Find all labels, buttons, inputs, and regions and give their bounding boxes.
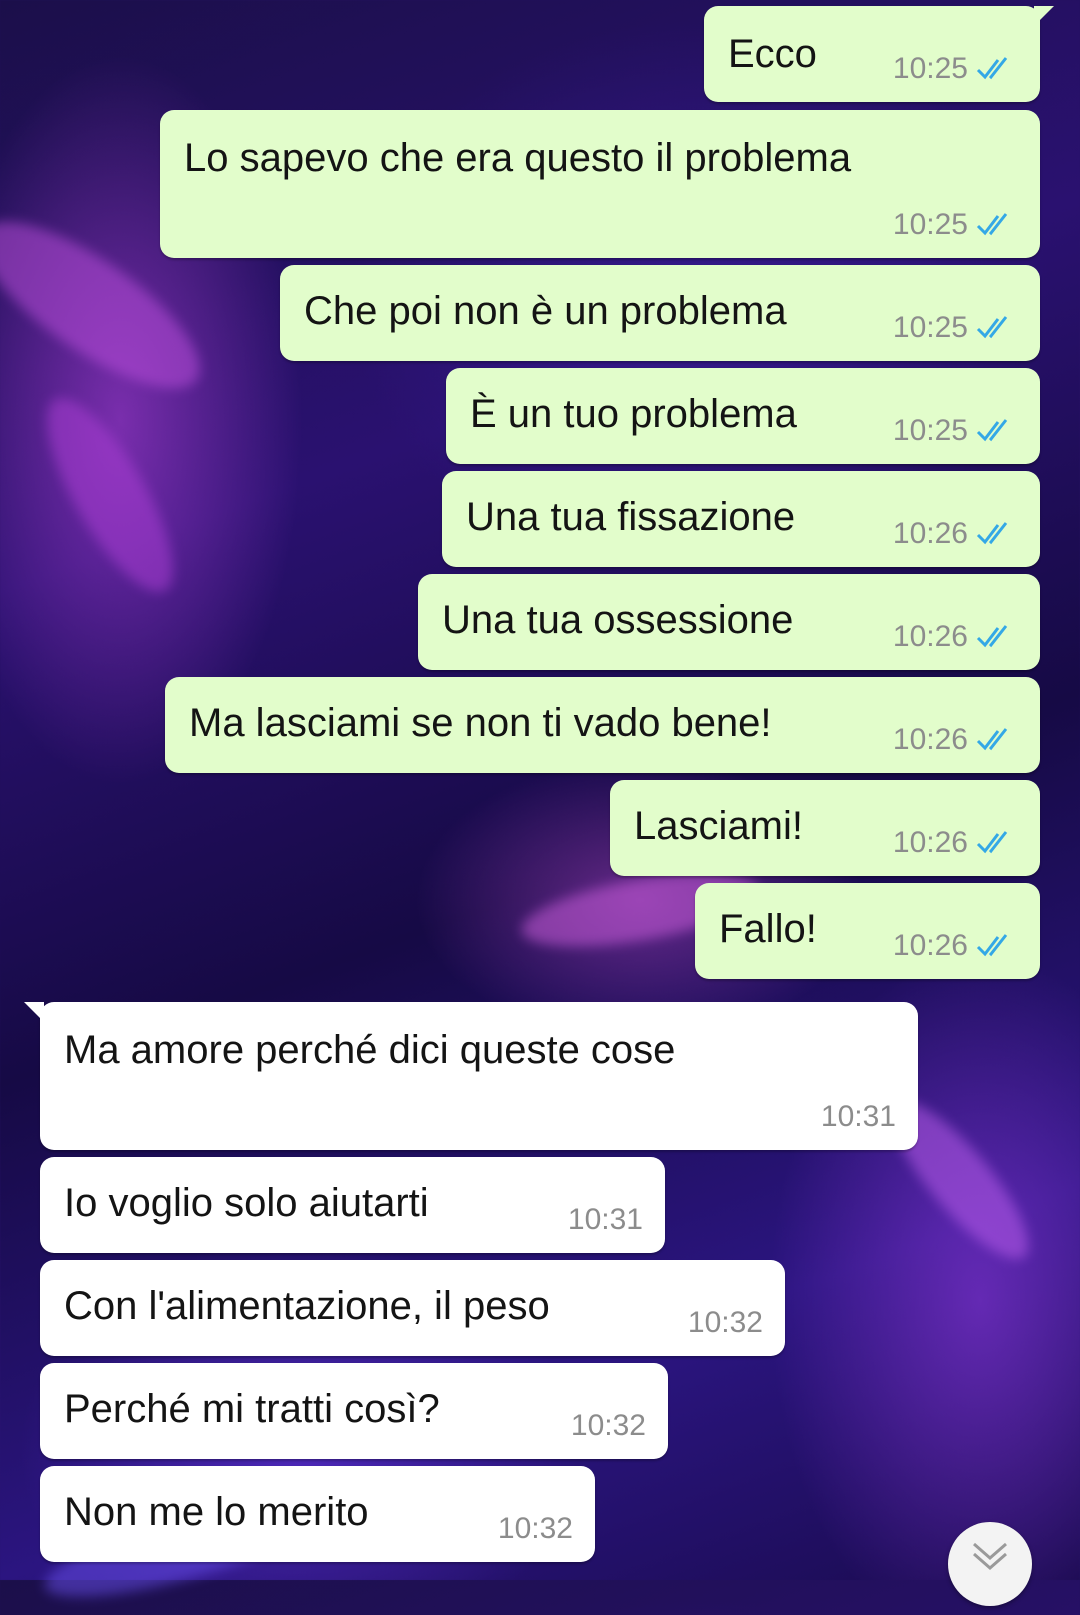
outgoing-message[interactable]: Fallo! 10:26 <box>695 883 1040 979</box>
message-text: Una tua ossessione <box>442 598 794 642</box>
outgoing-message[interactable]: Lasciami! 10:26 <box>610 780 1040 876</box>
double-check-icon <box>976 831 1008 854</box>
message-meta: 10:25 <box>893 414 1018 448</box>
message-meta: 10:25 <box>893 311 1018 345</box>
message-meta: 10:32 <box>688 1306 763 1340</box>
message-time: 10:25 <box>892 208 968 241</box>
message-time: 10:31 <box>567 1203 643 1236</box>
chat-conversation: Ecco 10:25 Lo sapevo che era questo il p… <box>0 0 1080 1606</box>
scroll-to-bottom-button[interactable] <box>948 1522 1032 1606</box>
bubble-tail <box>24 1002 44 1022</box>
message-meta: 10:26 <box>893 723 1018 757</box>
message-text: Che poi non è un problema <box>304 289 787 333</box>
message-time: 10:26 <box>892 620 968 653</box>
message-time: 10:26 <box>892 517 968 550</box>
message-time: 10:25 <box>892 52 968 85</box>
outgoing-message[interactable]: Ma lasciami se non ti vado bene! 10:26 <box>165 677 1040 773</box>
message-meta: 10:25 <box>893 52 1018 86</box>
message-meta: 10:32 <box>571 1409 646 1443</box>
incoming-message[interactable]: Con l'alimentazione, il peso 10:32 <box>40 1260 785 1356</box>
double-check-icon <box>976 419 1008 442</box>
outgoing-message[interactable]: È un tuo problema 10:25 <box>446 368 1040 464</box>
message-meta: 10:25 <box>893 208 1018 242</box>
message-time: 10:31 <box>820 1100 896 1133</box>
message-time: 10:26 <box>892 723 968 756</box>
outgoing-message[interactable]: Lo sapevo che era questo il problema 10:… <box>160 110 1040 258</box>
double-check-icon <box>976 316 1008 339</box>
message-meta: 10:32 <box>498 1512 573 1546</box>
message-time: 10:32 <box>687 1306 763 1339</box>
chevron-down-icon <box>973 1542 1007 1570</box>
message-text: Una tua fissazione <box>466 495 796 539</box>
incoming-message[interactable]: Non me lo merito 10:32 <box>40 1466 595 1562</box>
message-text: Perché mi tratti così? <box>64 1387 440 1431</box>
message-text: Ecco <box>728 32 817 76</box>
incoming-message[interactable]: Ma amore perché dici queste cose 10:31 <box>24 1002 918 1150</box>
double-check-icon <box>976 728 1008 751</box>
message-meta: 10:26 <box>893 620 1018 654</box>
double-check-icon <box>976 625 1008 648</box>
message-meta: 10:31 <box>568 1203 643 1237</box>
message-text: Lasciami! <box>634 804 803 848</box>
message-meta: 10:31 <box>821 1100 896 1134</box>
message-time: 10:26 <box>892 929 968 962</box>
double-check-icon <box>976 57 1008 80</box>
double-check-icon <box>976 934 1008 957</box>
message-text: Ma lasciami se non ti vado bene! <box>189 701 772 745</box>
message-time: 10:32 <box>497 1512 573 1545</box>
double-check-icon <box>976 522 1008 545</box>
message-text: Con l'alimentazione, il peso <box>64 1284 550 1328</box>
message-text: Fallo! <box>719 907 817 951</box>
message-text: Ma amore perché dici queste cose <box>64 1028 676 1072</box>
message-text: Non me lo merito <box>64 1490 369 1534</box>
message-time: 10:26 <box>892 826 968 859</box>
message-time: 10:32 <box>570 1409 646 1442</box>
outgoing-message[interactable]: Che poi non è un problema 10:25 <box>280 265 1040 361</box>
message-time: 10:25 <box>892 414 968 447</box>
message-meta: 10:26 <box>893 517 1018 551</box>
incoming-message[interactable]: Io voglio solo aiutarti 10:31 <box>40 1157 665 1253</box>
message-time: 10:25 <box>892 311 968 344</box>
outgoing-message[interactable]: Una tua ossessione 10:26 <box>418 574 1040 670</box>
outgoing-message[interactable]: Una tua fissazione 10:26 <box>442 471 1040 567</box>
message-text: Lo sapevo che era questo il problema <box>184 136 852 180</box>
message-meta: 10:26 <box>893 826 1018 860</box>
bubble-tail <box>1034 6 1054 26</box>
message-text: È un tuo problema <box>470 392 797 436</box>
double-check-icon <box>976 213 1008 236</box>
message-text: Io voglio solo aiutarti <box>64 1181 429 1225</box>
outgoing-message[interactable]: Ecco 10:25 <box>704 6 1054 102</box>
incoming-message[interactable]: Perché mi tratti così? 10:32 <box>40 1363 668 1459</box>
message-meta: 10:26 <box>893 929 1018 963</box>
